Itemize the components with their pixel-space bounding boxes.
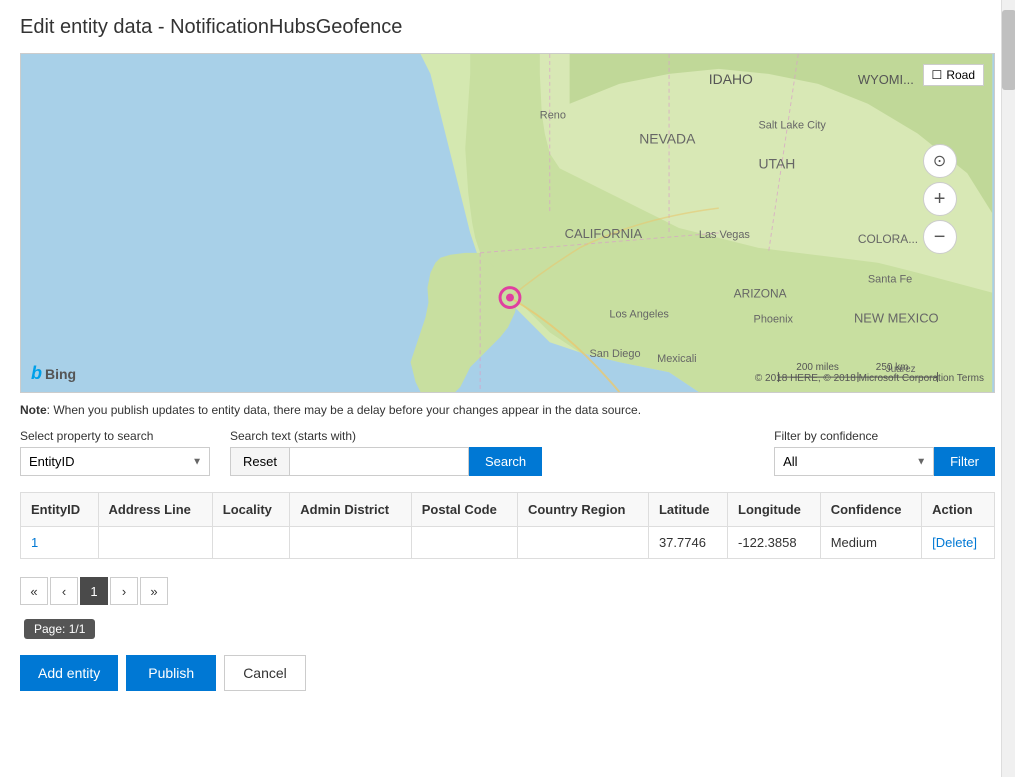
locate-button[interactable]: ⊙ [923, 144, 957, 178]
filter-label: Filter by confidence [774, 429, 995, 443]
pagination-first-button[interactable]: « [20, 577, 48, 605]
pagination-prev-button[interactable]: ‹ [50, 577, 78, 605]
filter-select[interactable]: All High Medium Low [774, 447, 934, 476]
property-select[interactable]: EntityID Address Line Locality Admin Dis… [20, 447, 210, 476]
search-row: Select property to search EntityID Addre… [20, 429, 995, 476]
cell-entity-id: 1 [21, 527, 99, 559]
scrollbar-thumb[interactable] [1002, 10, 1015, 90]
svg-text:CALIFORNIA: CALIFORNIA [565, 226, 643, 241]
svg-text:Phoenix: Phoenix [754, 313, 794, 325]
svg-text:NEW MEXICO: NEW MEXICO [854, 310, 939, 325]
note-text: Note: When you publish updates to entity… [20, 403, 995, 417]
col-locality: Locality [212, 493, 290, 527]
note-body: : When you publish updates to entity dat… [47, 403, 641, 417]
bing-logo: b Bing [31, 363, 76, 384]
map-controls: ☐ Road ⊙ + − [923, 64, 984, 254]
col-entity-id: EntityID [21, 493, 99, 527]
svg-text:250 km: 250 km [876, 362, 909, 373]
main-container: Edit entity data - NotificationHubsGeofe… [0, 0, 1015, 777]
note-bold: Note [20, 403, 47, 417]
map-area: IDAHO WYOMI... NEVADA Reno UTAH Salt Lak… [20, 53, 995, 393]
cell-longitude: -122.3858 [728, 527, 821, 559]
col-country-region: Country Region [517, 493, 648, 527]
search-input-row: Reset Search [230, 447, 542, 476]
cell-admin-district [290, 527, 411, 559]
entity-table: EntityID Address Line Locality Admin Dis… [20, 492, 995, 559]
svg-text:IDAHO: IDAHO [709, 71, 753, 87]
pagination-next-button[interactable]: › [110, 577, 138, 605]
scrollbar[interactable] [1001, 0, 1015, 777]
col-admin-district: Admin District [290, 493, 411, 527]
pagination-info: Page: 1/1 [20, 619, 995, 639]
zoom-in-icon: + [934, 188, 946, 211]
table-row: 1 37.7746 -122.3858 Medium [Delete] [21, 527, 995, 559]
col-postal-code: Postal Code [411, 493, 517, 527]
entity-id-link[interactable]: 1 [31, 535, 38, 550]
cell-country-region [517, 527, 648, 559]
filter-button[interactable]: Filter [934, 447, 995, 476]
svg-text:San Diego: San Diego [590, 348, 641, 360]
svg-text:Los Angeles: Los Angeles [609, 308, 669, 320]
page-title: Edit entity data - NotificationHubsGeofe… [20, 16, 995, 39]
cell-confidence: Medium [820, 527, 921, 559]
col-confidence: Confidence [820, 493, 921, 527]
col-action: Action [922, 493, 995, 527]
svg-text:UTAH: UTAH [759, 155, 796, 171]
delete-link[interactable]: [Delete] [932, 535, 977, 550]
zoom-in-button[interactable]: + [923, 182, 957, 216]
filter-group: Filter by confidence All High Medium Low… [774, 429, 995, 476]
svg-text:ARIZONA: ARIZONA [734, 287, 787, 301]
filter-select-wrapper: All High Medium Low ▼ [774, 447, 934, 476]
svg-text:NEVADA: NEVADA [639, 130, 696, 146]
pagination-current-button[interactable]: 1 [80, 577, 108, 605]
cell-address-line [98, 527, 212, 559]
search-text-group: Search text (starts with) Reset Search [230, 429, 542, 476]
svg-text:200 miles: 200 miles [796, 362, 839, 373]
bing-label: Bing [45, 366, 76, 382]
cell-postal-code [411, 527, 517, 559]
svg-text:Reno: Reno [540, 110, 566, 122]
svg-text:Santa Fe: Santa Fe [868, 274, 912, 286]
property-select-wrapper: EntityID Address Line Locality Admin Dis… [20, 447, 210, 476]
road-view-button[interactable]: ☐ Road [923, 64, 984, 86]
page-info-label: Page: 1/1 [24, 619, 95, 639]
svg-text:COLORA...: COLORA... [858, 232, 918, 246]
search-text-label: Search text (starts with) [230, 429, 542, 443]
pagination-row: « ‹ 1 › » [20, 569, 995, 613]
table-header-row: EntityID Address Line Locality Admin Dis… [21, 493, 995, 527]
cell-latitude: 37.7746 [648, 527, 727, 559]
zoom-out-button[interactable]: − [923, 220, 957, 254]
search-button[interactable]: Search [469, 447, 542, 476]
publish-button[interactable]: Publish [126, 655, 216, 691]
svg-text:Salt Lake City: Salt Lake City [759, 120, 827, 132]
col-longitude: Longitude [728, 493, 821, 527]
svg-text:Mexicali: Mexicali [657, 353, 696, 365]
filter-row: All High Medium Low ▼ Filter [774, 447, 995, 476]
search-input[interactable] [289, 447, 469, 476]
bottom-action-row: Add entity Publish Cancel [20, 655, 995, 691]
cancel-button[interactable]: Cancel [224, 655, 306, 691]
road-checkbox-icon: ☐ [932, 68, 943, 82]
pagination-last-button[interactable]: » [140, 577, 168, 605]
zoom-out-icon: − [934, 226, 946, 249]
property-search-label: Select property to search [20, 429, 210, 443]
cell-action: [Delete] [922, 527, 995, 559]
add-entity-button[interactable]: Add entity [20, 655, 118, 691]
road-label: Road [946, 68, 975, 82]
map-copyright: © 2018 HERE, © 2018 Microsoft Corporatio… [755, 373, 984, 384]
cell-locality [212, 527, 290, 559]
map-svg: IDAHO WYOMI... NEVADA Reno UTAH Salt Lak… [21, 54, 994, 392]
svg-text:Las Vegas: Las Vegas [699, 229, 751, 241]
col-latitude: Latitude [648, 493, 727, 527]
property-search-group: Select property to search EntityID Addre… [20, 429, 210, 476]
col-address-line: Address Line [98, 493, 212, 527]
svg-text:WYOMI...: WYOMI... [858, 72, 914, 87]
reset-button[interactable]: Reset [230, 447, 289, 476]
